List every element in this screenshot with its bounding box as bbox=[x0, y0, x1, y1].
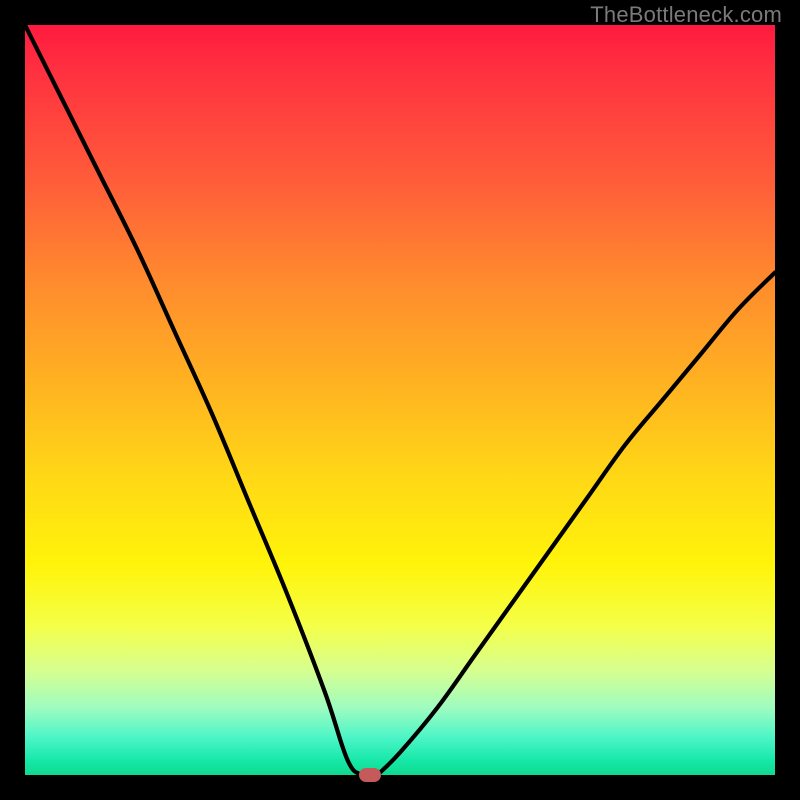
bottleneck-curve bbox=[25, 25, 775, 775]
curve-left-path bbox=[25, 25, 378, 775]
chart-frame: TheBottleneck.com bbox=[0, 0, 800, 800]
watermark-text: TheBottleneck.com bbox=[590, 2, 782, 28]
plot-area bbox=[25, 25, 775, 775]
curve-right-path bbox=[378, 273, 776, 776]
bottleneck-marker bbox=[359, 768, 381, 782]
